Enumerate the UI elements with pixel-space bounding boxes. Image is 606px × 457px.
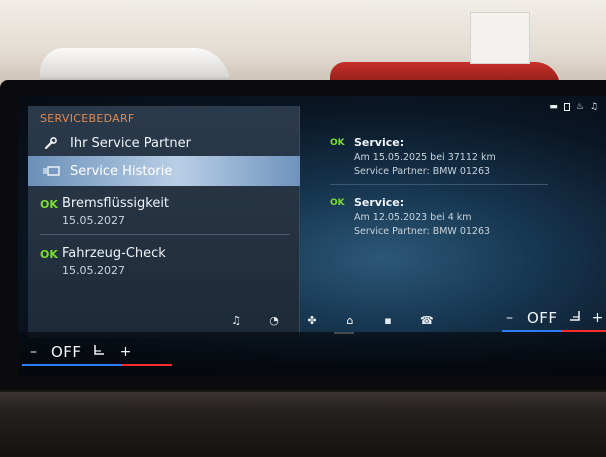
status-date: 15.05.2027 — [62, 264, 125, 277]
temp-down-button[interactable]: – — [30, 344, 37, 360]
service-panel: SERVICEBEDARF Ihr Service Partner Servic… — [28, 106, 300, 338]
phone-icon[interactable]: ☎ — [420, 314, 434, 327]
status-item-brake-fluid[interactable]: OK Bremsflüssigkeit 15.05.2027 — [28, 192, 300, 236]
service-history-icon — [38, 165, 64, 177]
fan-icon[interactable]: ✤ — [306, 314, 318, 327]
apps-icon[interactable]: ▪ — [382, 314, 394, 327]
dashboard-gloss — [0, 392, 606, 410]
music-icon[interactable]: ♫ — [230, 314, 242, 327]
home-icon[interactable]: ⌂ — [344, 314, 356, 327]
status-date: 15.05.2027 — [62, 214, 125, 227]
temp-down-button[interactable]: – — [506, 310, 513, 326]
menu-item-service-partner[interactable]: Ihr Service Partner — [28, 128, 300, 158]
wall-panel — [470, 12, 530, 64]
infotainment-display: ▬ ♨ ♫ SERVICEBEDARF Ihr Service Partner — [18, 96, 606, 376]
temp-up-button[interactable]: + — [120, 344, 132, 360]
panel-title: SERVICEBEDARF — [40, 112, 135, 125]
service-partner: Service Partner: BMW 01263 — [354, 226, 491, 237]
status-item-vehicle-check[interactable]: OK Fahrzeug-Check 15.05.2027 — [28, 242, 300, 286]
cold-indicator — [502, 330, 562, 332]
ok-badge: OK — [330, 198, 345, 208]
climate-left: – OFF + — [30, 342, 131, 361]
warm-indicator — [122, 364, 172, 366]
divider — [330, 184, 548, 185]
temp-up-button[interactable]: + — [592, 310, 604, 326]
service-partner: Service Partner: BMW 01263 — [354, 166, 491, 177]
wrench-icon — [38, 136, 64, 150]
climate-value: OFF — [527, 308, 558, 327]
garage-background — [0, 0, 606, 92]
warm-indicator — [562, 330, 606, 332]
ok-badge: OK — [330, 138, 345, 148]
seat-icon[interactable] — [568, 308, 582, 327]
menu-item-label: Service Historie — [70, 163, 173, 179]
ok-badge: OK — [40, 198, 58, 211]
photo-scene: ▬ ♨ ♫ SERVICEBEDARF Ihr Service Partner — [0, 0, 606, 457]
service-title: Service: — [354, 196, 405, 209]
menu-item-label: Ihr Service Partner — [70, 135, 191, 151]
phone-status-icon — [563, 103, 570, 111]
service-title: Service: — [354, 136, 405, 149]
menu-item-service-history[interactable]: Service Historie — [28, 156, 300, 186]
gauge-icon[interactable]: ◔ — [268, 314, 280, 327]
status-bar: ▬ ♨ ♫ — [549, 102, 598, 112]
dash-icon: ▬ — [549, 102, 558, 112]
seat-icon[interactable] — [92, 342, 106, 361]
music-status-icon: ♫ — [589, 102, 598, 112]
cold-indicator — [22, 364, 122, 366]
nav-bar: ♫ ◔ ✤ ⌂ ▪ ☎ — [230, 314, 434, 327]
climate-value: OFF — [51, 342, 82, 361]
status-label: Fahrzeug-Check — [62, 246, 166, 261]
climate-right: – OFF + — [506, 308, 603, 327]
divider — [40, 234, 290, 235]
seat-heating-icon: ♨ — [575, 102, 584, 112]
ok-badge: OK — [40, 248, 58, 261]
service-date-mileage: Am 12.05.2023 bei 4 km — [354, 212, 472, 223]
status-label: Bremsflüssigkeit — [62, 196, 170, 211]
service-date-mileage: Am 15.05.2025 bei 37112 km — [354, 152, 496, 163]
